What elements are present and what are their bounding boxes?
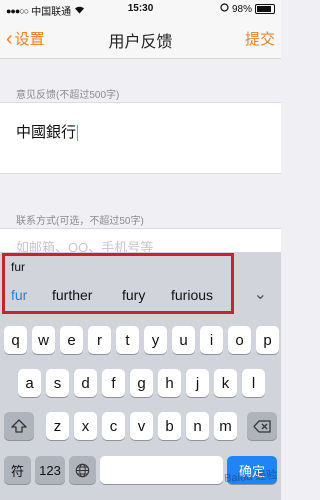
- feedback-label: 意见反馈(不超过500字): [16, 90, 120, 101]
- key-b[interactable]: b: [158, 412, 181, 440]
- space-key[interactable]: [100, 456, 223, 484]
- highlight-box: [2, 253, 234, 314]
- key-f[interactable]: f: [102, 369, 125, 397]
- shift-icon: [11, 419, 27, 433]
- key-r[interactable]: r: [88, 326, 111, 354]
- text-cursor: [77, 125, 79, 142]
- key-l[interactable]: l: [242, 369, 265, 397]
- battery-icon: [255, 4, 275, 14]
- key-z[interactable]: z: [46, 412, 69, 440]
- feedback-textarea[interactable]: 中國銀行: [0, 102, 281, 174]
- globe-key[interactable]: [69, 456, 96, 484]
- key-p[interactable]: p: [256, 326, 279, 354]
- key-a[interactable]: a: [18, 369, 41, 397]
- key-w[interactable]: w: [32, 326, 55, 354]
- feedback-text: 中國銀行: [16, 124, 77, 141]
- key-h[interactable]: h: [158, 369, 181, 397]
- key-x[interactable]: x: [74, 412, 97, 440]
- key-c[interactable]: c: [102, 412, 125, 440]
- delete-key[interactable]: [247, 412, 277, 440]
- key-q[interactable]: q: [4, 326, 27, 354]
- key-t[interactable]: t: [116, 326, 139, 354]
- feedback-value: 中國銀行: [16, 121, 79, 142]
- keyboard: q w e r t y u i o p a s d f g h j k l z …: [0, 316, 281, 500]
- navigation-bar: ‹ 设置 用户反馈 提交: [0, 18, 281, 59]
- key-i[interactable]: i: [200, 326, 223, 354]
- page-title: 用户反馈: [108, 34, 173, 51]
- status-right: 98%: [220, 3, 275, 15]
- key-k[interactable]: k: [214, 369, 237, 397]
- shift-key[interactable]: [4, 412, 34, 440]
- key-e[interactable]: e: [60, 326, 83, 354]
- key-m[interactable]: m: [214, 412, 237, 440]
- symbol-key[interactable]: 符: [4, 456, 31, 484]
- globe-icon: [75, 463, 90, 477]
- key-s[interactable]: s: [46, 369, 69, 397]
- key-o[interactable]: o: [228, 326, 251, 354]
- rotation-lock-icon: [220, 3, 229, 15]
- key-d[interactable]: d: [74, 369, 97, 397]
- numbers-key[interactable]: 123: [35, 456, 65, 484]
- key-n[interactable]: n: [186, 412, 209, 440]
- key-u[interactable]: u: [172, 326, 195, 354]
- autocorrect-bar: fur fur further fury furious ⌄: [0, 252, 281, 316]
- key-v[interactable]: v: [130, 412, 153, 440]
- key-g[interactable]: g: [130, 369, 153, 397]
- chevron-down-icon[interactable]: ⌄: [254, 284, 267, 304]
- status-bar: ●●●○○ 中国联通 15:30 98%: [0, 0, 281, 18]
- submit-button[interactable]: 提交: [245, 28, 275, 49]
- key-j[interactable]: j: [186, 369, 209, 397]
- battery-percent: 98%: [231, 3, 252, 15]
- key-y[interactable]: y: [144, 326, 167, 354]
- battery-fill: [257, 6, 271, 12]
- contact-label: 联系方式(可选，不超过50字): [16, 216, 144, 227]
- backspace-icon: [253, 419, 271, 433]
